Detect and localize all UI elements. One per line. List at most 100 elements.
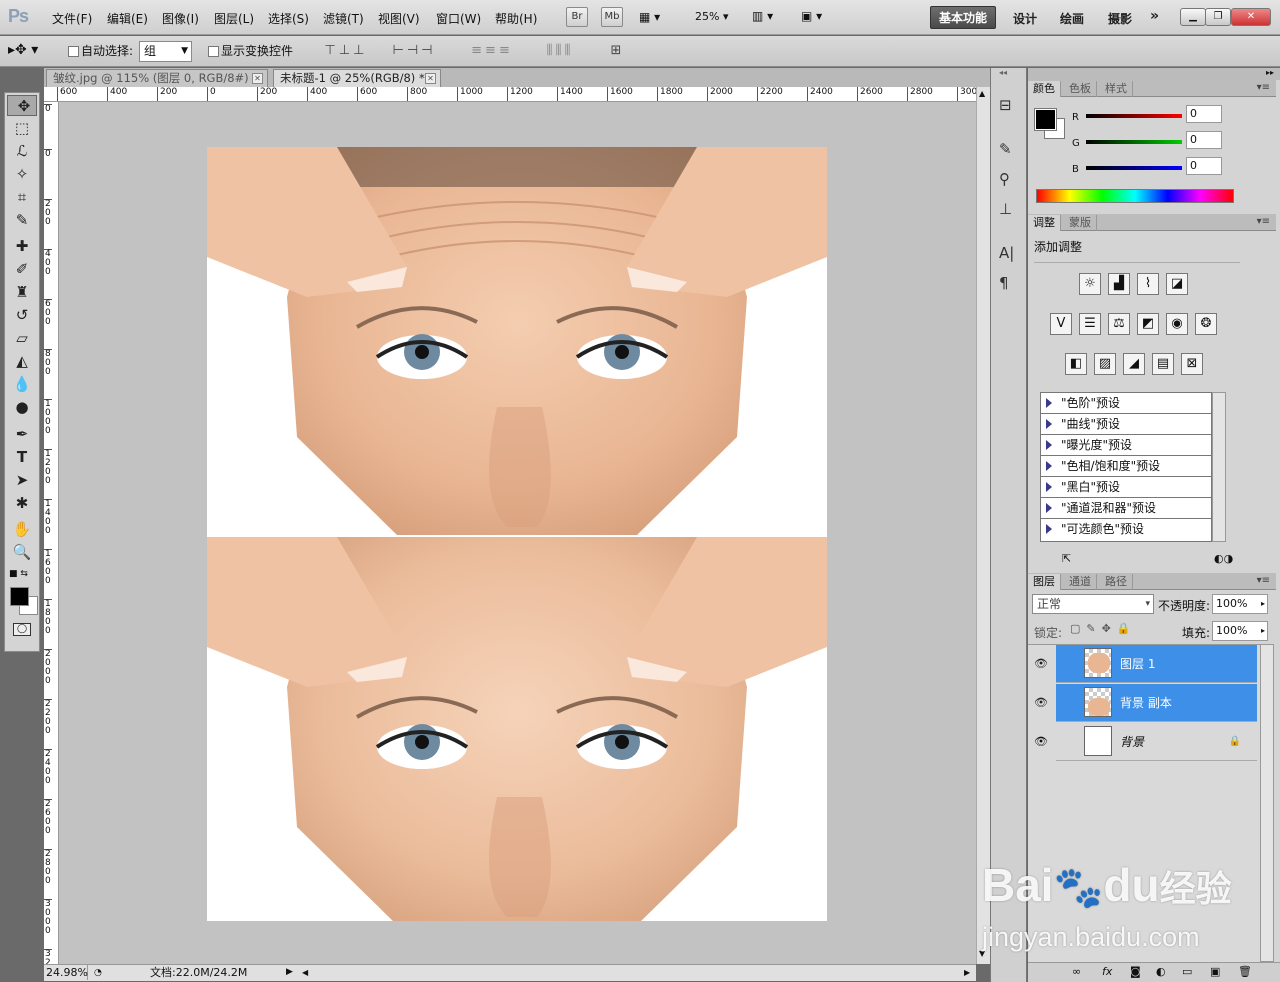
exposure-icon[interactable]: ◪ (1166, 273, 1188, 295)
workspace-painting[interactable]: 绘画 (1060, 10, 1084, 27)
channel-b-input[interactable]: 0 (1186, 157, 1222, 175)
return-to-list-icon[interactable]: ⇱ (1062, 552, 1071, 565)
arrange-documents-icon[interactable]: ▥ ▾ (752, 9, 773, 23)
new-adjustment-icon[interactable]: ◐ (1156, 963, 1166, 981)
restore-icon[interactable]: ❐ (1205, 8, 1231, 26)
tab-layers[interactable]: 图层 (1028, 574, 1061, 590)
lasso-tool-icon[interactable]: ℒ (7, 141, 37, 162)
eraser-tool-icon[interactable]: ▱ (7, 328, 37, 349)
vertical-scrollbar[interactable]: ▲ ▼ (976, 87, 990, 964)
auto-select-dropdown[interactable]: 组 ▼ (139, 41, 192, 62)
layer-row-bg-copy[interactable]: 👁 背景 副本 (1034, 684, 1257, 722)
color-fg-swatch[interactable] (1034, 108, 1057, 131)
scroll-right-icon[interactable]: ▶ (964, 965, 970, 980)
scroll-left-icon[interactable]: ◀ (302, 965, 308, 980)
panel-menu-icon[interactable]: ▾≡ (1257, 216, 1270, 227)
minimize-icon[interactable]: ▁ (1180, 8, 1206, 26)
channel-b-slider[interactable] (1086, 166, 1182, 170)
workspace-more-icon[interactable]: » (1150, 8, 1159, 24)
tab-channels[interactable]: 通道 (1064, 574, 1097, 590)
list-item[interactable]: "黑白"预设 (1041, 477, 1211, 498)
layers-scrollbar[interactable] (1260, 644, 1274, 962)
workspace-essentials[interactable]: 基本功能 (930, 6, 997, 29)
visibility-eye-icon[interactable]: 👁 (1034, 723, 1048, 761)
distribute-horizontal-icons[interactable]: ⫼⫼⫼ (530, 43, 590, 58)
foreground-color-swatch[interactable] (10, 587, 29, 606)
align-top-icons[interactable]: ⊤⊥⊥ (316, 43, 376, 58)
list-item[interactable]: "色相/饱和度"预设 (1041, 456, 1211, 477)
menu-select[interactable]: 选择(S) (268, 10, 309, 27)
close-tab-icon[interactable]: ✕ (425, 73, 436, 84)
posterize-icon[interactable]: ▨ (1094, 353, 1116, 375)
hue-saturation-icon[interactable]: ☰ (1079, 313, 1101, 335)
menu-layer[interactable]: 图层(L) (214, 10, 254, 27)
quick-mask-icon[interactable]: ◯ (13, 623, 31, 636)
channel-g-input[interactable]: 0 (1186, 131, 1222, 149)
magic-wand-tool-icon[interactable]: ✧ (7, 164, 37, 185)
selective-color-icon[interactable]: ⊠ (1181, 353, 1203, 375)
channel-r-input[interactable]: 0 (1186, 105, 1222, 123)
collapse-icon[interactable]: ◂◂ (999, 68, 1007, 77)
screen-mode-icon[interactable]: ▣ ▾ (801, 9, 822, 23)
zoom-level-select[interactable]: 25% ▾ (695, 10, 728, 23)
fx-icon[interactable]: fx (1102, 963, 1112, 981)
gradient-map-icon[interactable]: ▤ (1152, 353, 1174, 375)
status-info-icon[interactable]: ◔ (94, 966, 102, 981)
tab-wrinkle-jpg[interactable]: 皱纹.jpg @ 115% (图层 0, RGB/8#) * ✕ (46, 69, 268, 87)
document-canvas[interactable] (207, 147, 827, 921)
levels-icon[interactable]: ▟ (1108, 273, 1130, 295)
shape-tool-icon[interactable]: ✱ (7, 493, 37, 514)
tab-paths[interactable]: 路径 (1100, 574, 1133, 590)
new-group-icon[interactable]: ▭ (1182, 963, 1192, 981)
move-tool-preset-icon[interactable]: ▸✥ ▾ (8, 42, 38, 58)
history-panel-icon[interactable]: ⊟ (999, 96, 1012, 114)
list-item[interactable]: "通道混和器"预设 (1041, 498, 1211, 519)
close-tab-icon[interactable]: ✕ (252, 73, 263, 84)
invert-icon[interactable]: ◧ (1065, 353, 1087, 375)
blur-tool-icon[interactable]: 💧 (7, 374, 37, 395)
fill-input[interactable]: 100% ▸ (1212, 621, 1268, 641)
pen-tool-icon[interactable]: ✒ (7, 424, 37, 445)
black-white-icon[interactable]: ◩ (1137, 313, 1159, 335)
zoom-tool-icon[interactable]: 🔍 (7, 542, 37, 563)
brush-tool-icon[interactable]: ✐ (7, 259, 37, 280)
presets-scrollbar[interactable] (1212, 392, 1226, 542)
tab-swatches[interactable]: 色板 (1064, 81, 1097, 97)
vibrance-icon[interactable]: V (1050, 313, 1072, 335)
healing-brush-tool-icon[interactable]: ✚ (7, 236, 37, 257)
panel-menu-icon[interactable]: ▾≡ (1257, 575, 1270, 586)
visibility-eye-icon[interactable]: 👁 (1034, 645, 1048, 683)
hand-tool-icon[interactable]: ✋ (7, 519, 37, 540)
mini-bridge-button[interactable]: Mb (601, 7, 623, 27)
history-brush-tool-icon[interactable]: ↺ (7, 305, 37, 326)
menu-filter[interactable]: 滤镜(T) (323, 10, 364, 27)
menu-help[interactable]: 帮助(H) (495, 10, 537, 27)
tool-presets-icon[interactable]: ⚲ (999, 170, 1010, 188)
paragraph-panel-icon[interactable]: ¶ (999, 274, 1009, 292)
menu-view[interactable]: 视图(V) (378, 10, 420, 27)
add-mask-icon[interactable]: ◙ (1130, 963, 1141, 981)
delete-layer-icon[interactable]: 🗑 (1238, 963, 1252, 981)
show-transform-checkbox[interactable]: 显示变换控件 (208, 42, 293, 59)
menu-window[interactable]: 窗口(W) (436, 10, 481, 27)
panel-dock-collapse-icon[interactable]: ▸▸ (1028, 68, 1280, 80)
blend-mode-dropdown[interactable]: 正常 ▾ (1032, 594, 1154, 614)
status-zoom[interactable]: 24.98% (46, 965, 88, 980)
paint-bucket-tool-icon[interactable]: ◭ (7, 351, 37, 372)
type-tool-icon[interactable]: T (7, 447, 37, 468)
color-balance-icon[interactable]: ⚖ (1108, 313, 1130, 335)
list-item[interactable]: "色阶"预设 (1041, 393, 1211, 414)
align-left-icons[interactable]: ⊢⊣⊣ (384, 43, 444, 58)
scroll-up-icon[interactable]: ▲ (979, 89, 985, 98)
close-icon[interactable]: ✕ (1231, 8, 1271, 26)
color-spectrum[interactable] (1036, 189, 1234, 203)
opacity-input[interactable]: 100% ▸ (1212, 594, 1268, 614)
distribute-vertical-icons[interactable]: ≡≡≡ (462, 43, 522, 58)
dodge-tool-icon[interactable]: ● (7, 397, 37, 418)
clip-to-layer-icon[interactable]: ◐◑ (1214, 552, 1233, 565)
layer-row-background[interactable]: 👁 背景 🔒 (1034, 723, 1257, 761)
default-colors-icon[interactable]: ■ ⇆ (9, 569, 28, 579)
move-tool-icon[interactable]: ✥ (7, 95, 37, 116)
channel-r-slider[interactable] (1086, 114, 1182, 118)
channel-mixer-icon[interactable]: ❂ (1195, 313, 1217, 335)
